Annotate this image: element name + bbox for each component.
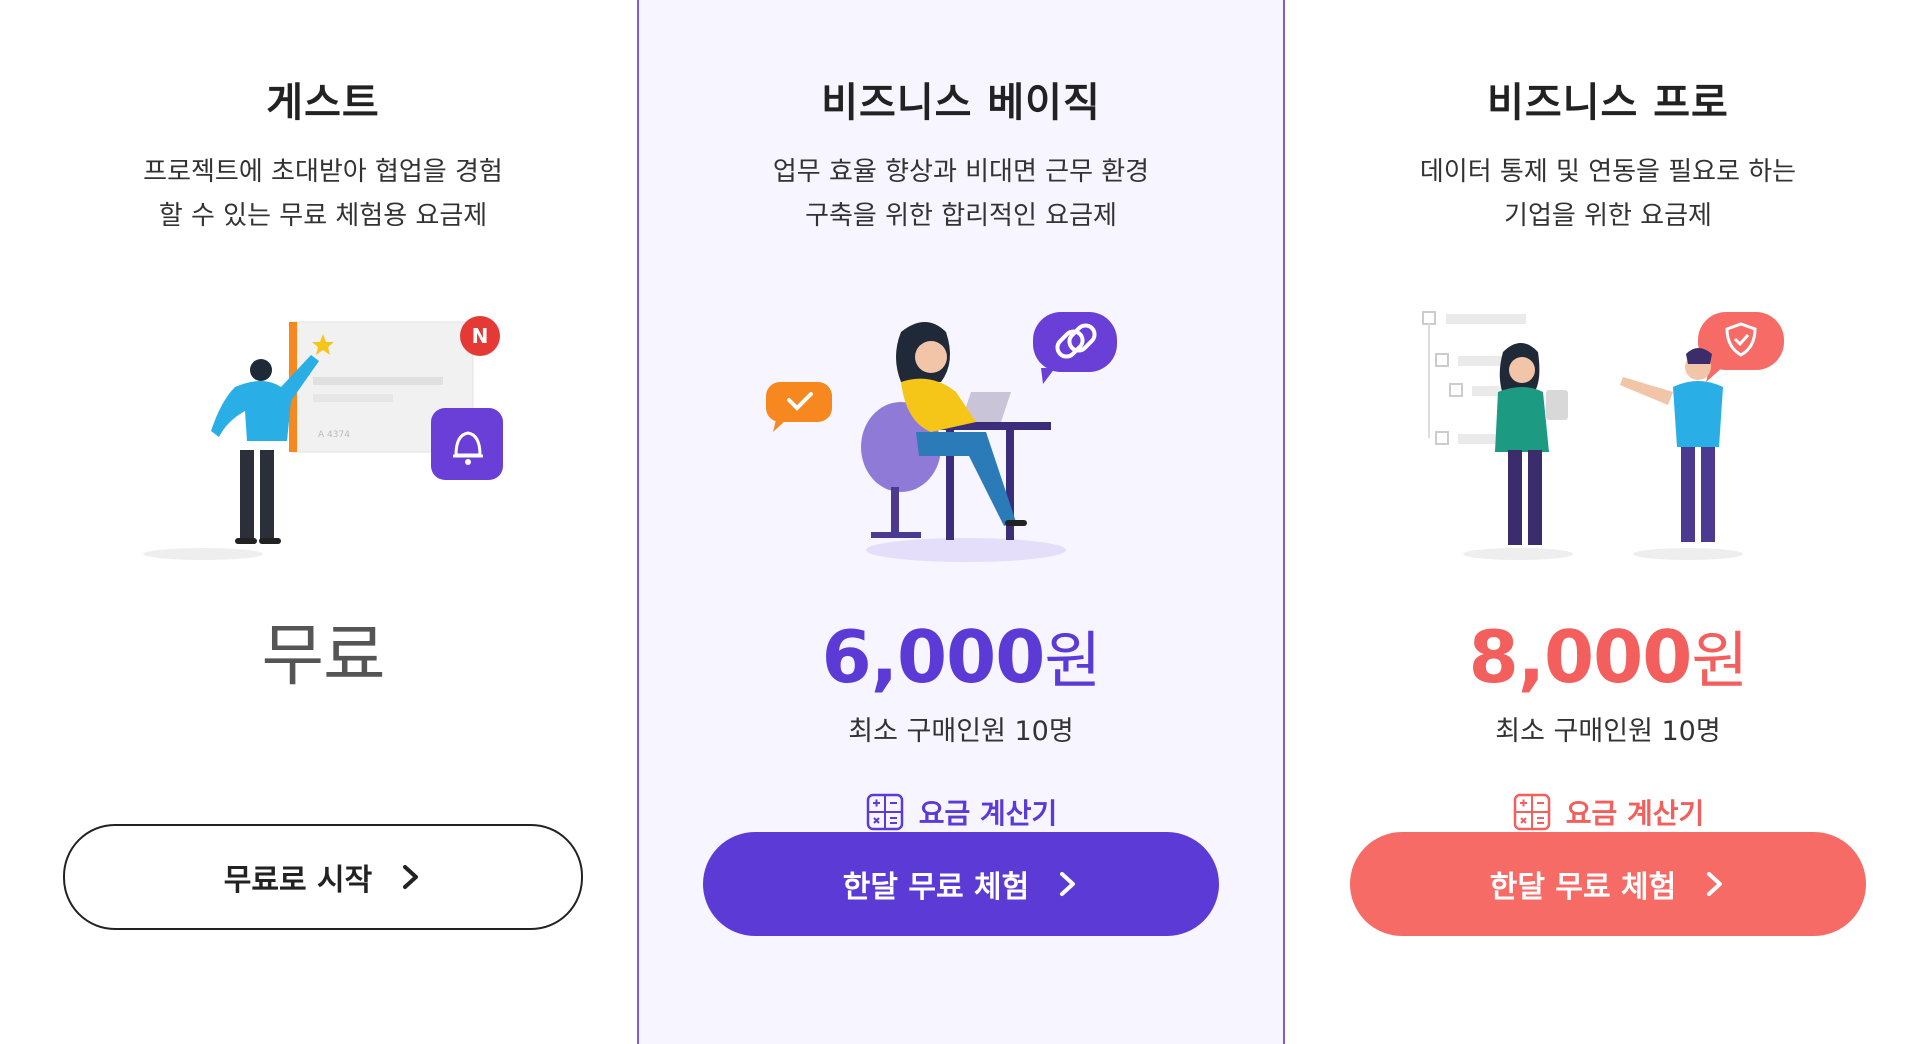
free-trial-button[interactable]: 한달 무료 체험 [1350, 832, 1866, 936]
price-calculator-label: 요금 계산기 [1565, 797, 1705, 830]
plan-description-line: 기업을 위한 요금제 [1504, 201, 1712, 231]
calculator-icon [866, 793, 903, 831]
plan-price: 8,000원 [1468, 612, 1749, 702]
new-badge-icon: N [460, 316, 500, 356]
plan-title: 비즈니스 베이직 [821, 80, 1101, 126]
pricing-plans: 게스트 프로젝트에 초대받아 협업을 경험 할 수 있는 무료 체험용 요금제 … [0, 0, 1920, 1044]
plan-description: 프로젝트에 초대받아 협업을 경험 할 수 있는 무료 체험용 요금제 [143, 150, 503, 240]
price-calculator-link[interactable]: 요금 계산기 [865, 790, 1058, 834]
free-trial-label: 한달 무료 체험 [842, 870, 1030, 905]
plan-description: 업무 효율 향상과 비대면 근무 환경 구축을 위한 합리적인 요금제 [773, 150, 1149, 240]
bell-icon [431, 408, 503, 480]
plan-card-business-basic: 비즈니스 베이직 업무 효율 향상과 비대면 근무 환경 구축을 위한 합리적인… [637, 0, 1285, 1044]
minimum-purchase-text: 최소 구매인원 10명 [1495, 716, 1721, 747]
new-badge-label: N [472, 324, 489, 348]
start-free-button[interactable]: 무료로 시작 [63, 824, 583, 930]
minimum-purchase-text: 최소 구매인원 10명 [848, 716, 1074, 747]
plan-description-line: 업무 효율 향상과 비대면 근무 환경 [772, 157, 1150, 187]
price-value: 6,000 [821, 615, 1046, 699]
start-free-label: 무료로 시작 [223, 863, 373, 898]
price-unit: 원 [1044, 624, 1101, 697]
shield-bubble-icon [1698, 312, 1784, 382]
plan-description-line: 할 수 있는 무료 체험용 요금제 [158, 201, 488, 231]
free-trial-label: 한달 무료 체험 [1489, 870, 1677, 905]
price-calculator-label: 요금 계산기 [918, 797, 1058, 830]
plan-description-line: 데이터 통제 및 연동을 필요로 하는 [1419, 157, 1797, 187]
chevron-right-icon [1060, 872, 1076, 896]
plan-title: 게스트 [266, 80, 380, 126]
plan-title: 비즈니스 프로 [1487, 80, 1729, 126]
svg-text:A 4374: A 4374 [318, 430, 350, 440]
plan-description-line: 구축을 위한 합리적인 요금제 [805, 201, 1117, 231]
calculator-icon [1513, 793, 1550, 831]
price-value: 8,000 [1468, 615, 1693, 699]
plan-description: 데이터 통제 및 연동을 필요로 하는 기업을 위한 요금제 [1420, 150, 1796, 240]
guest-illustration: A 4374 N [113, 272, 533, 572]
guest-illustration-image: A 4374 N [143, 316, 503, 560]
price-unit: 원 [1691, 624, 1748, 697]
free-trial-button[interactable]: 한달 무료 체험 [703, 832, 1219, 936]
plan-card-guest: 게스트 프로젝트에 초대받아 협업을 경험 할 수 있는 무료 체험용 요금제 … [0, 0, 646, 1044]
chevron-right-icon [403, 865, 419, 889]
plan-description-line: 프로젝트에 초대받아 협업을 경험 [143, 157, 503, 187]
price-value: 무료 [261, 617, 385, 696]
pro-illustration [1398, 272, 1818, 572]
chevron-right-icon [1707, 872, 1723, 896]
plan-card-business-pro: 비즈니스 프로 데이터 통제 및 연동을 필요로 하는 기업을 위한 요금제 8… [1285, 0, 1920, 1044]
plan-price: 무료 [261, 612, 385, 702]
basic-illustration-image [766, 312, 1117, 562]
plan-price: 6,000원 [821, 612, 1102, 702]
price-calculator-link[interactable]: 요금 계산기 [1512, 790, 1705, 834]
basic-illustration [751, 272, 1171, 572]
link-bubble-icon [1033, 312, 1117, 384]
pro-illustration-image [1422, 311, 1784, 560]
check-bubble-icon [766, 382, 832, 432]
